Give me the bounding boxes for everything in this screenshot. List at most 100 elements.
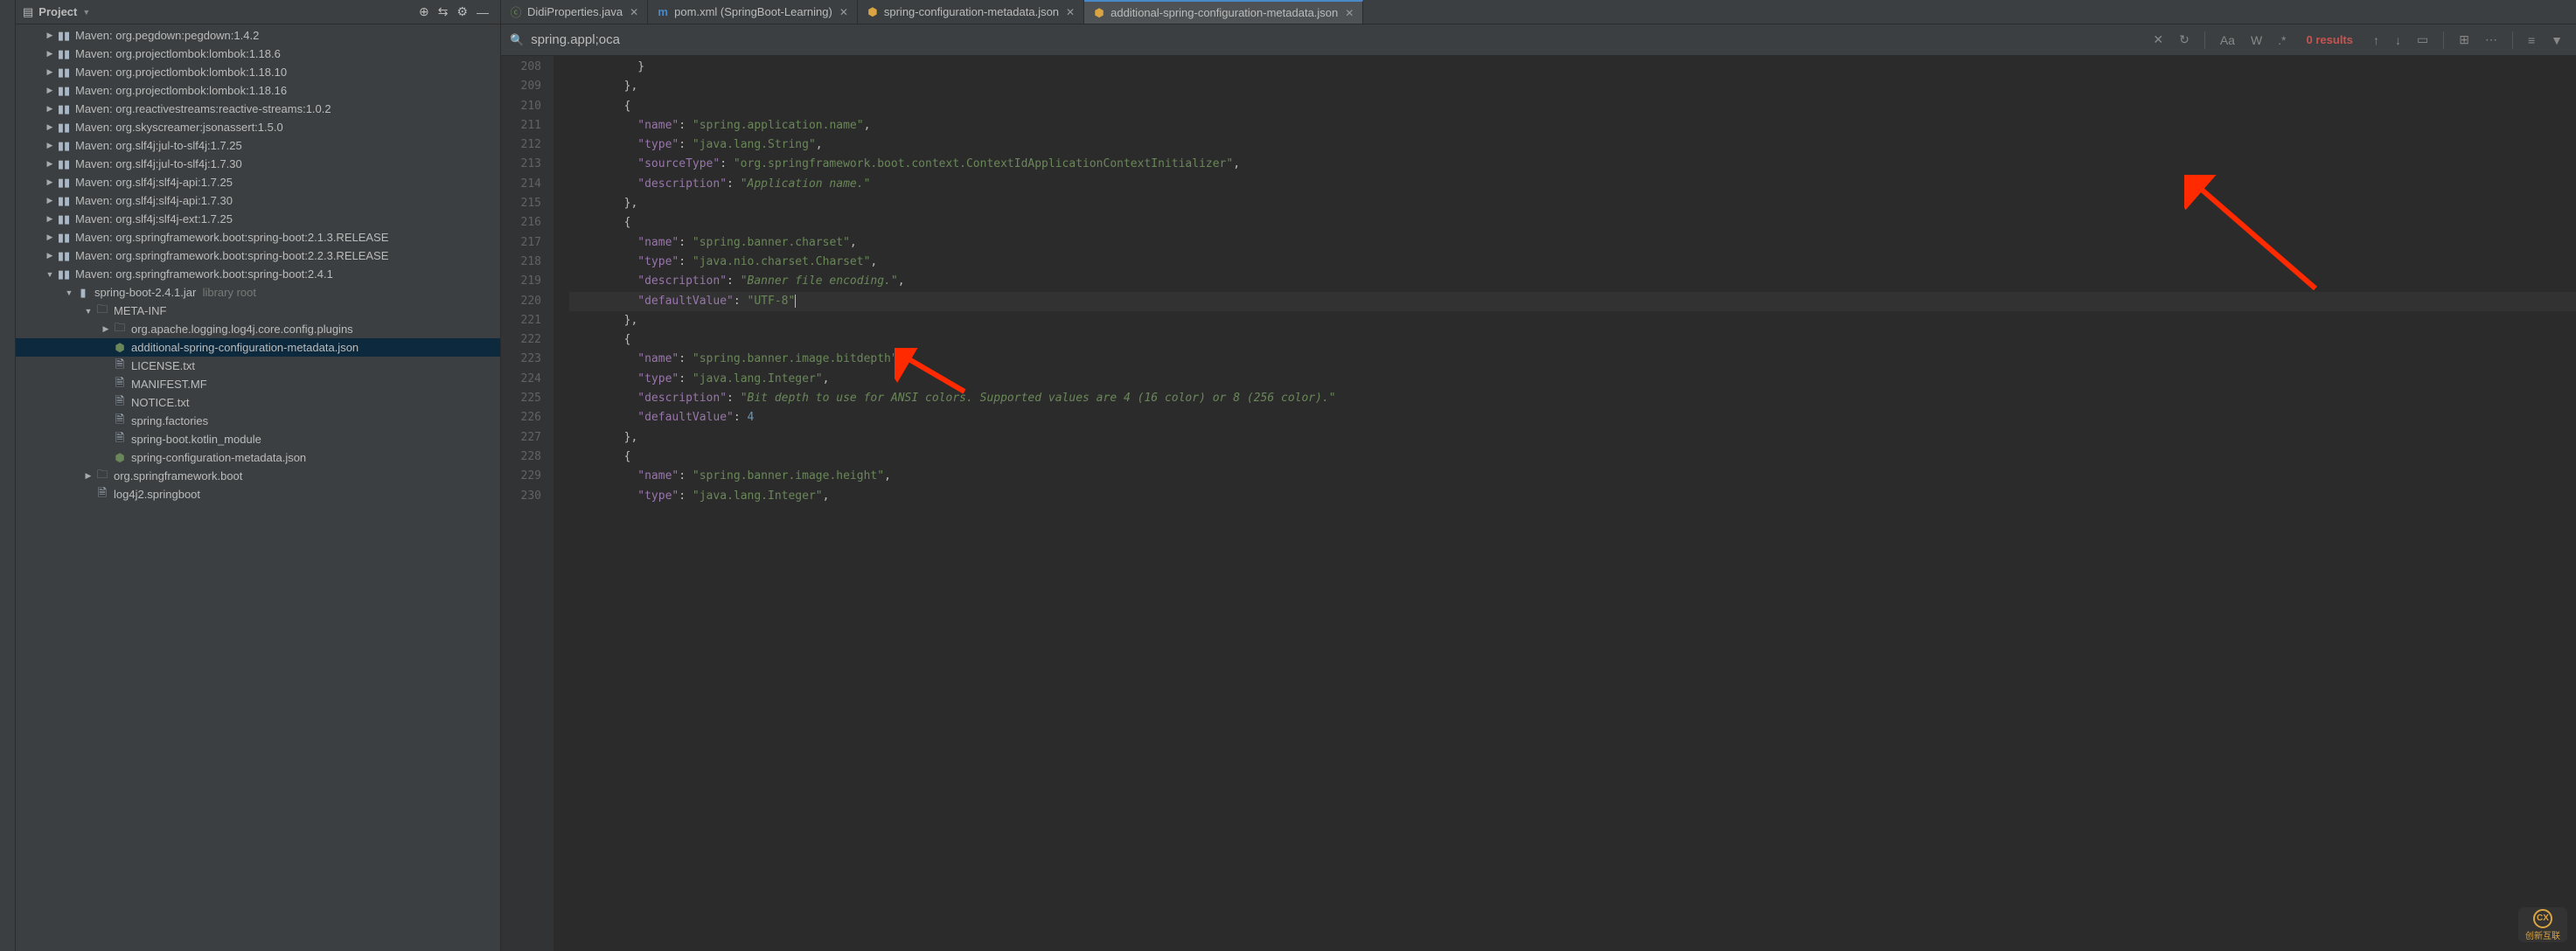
search-input[interactable]	[531, 32, 2141, 47]
tree-label: META-INF	[114, 304, 166, 317]
folder-icon: 🗀	[94, 302, 110, 321]
close-tab-icon[interactable]: ✕	[839, 6, 848, 18]
tree-twistie-icon[interactable]: ▶	[100, 324, 112, 334]
editor-tab[interactable]: ⬢spring-configuration-metadata.json✕	[858, 0, 1084, 24]
tree-node[interactable]: ⬢additional-spring-configuration-metadat…	[16, 338, 500, 357]
collapse-icon[interactable]: ⇆	[434, 4, 453, 19]
target-icon[interactable]: ⊕	[414, 4, 434, 19]
tree-node[interactable]: ⬢spring-configuration-metadata.json	[16, 448, 500, 467]
tree-twistie-icon[interactable]: ▶	[44, 122, 56, 132]
tree-node[interactable]: ▶▮▮Maven: org.projectlombok:lombok:1.18.…	[16, 81, 500, 100]
close-tab-icon[interactable]: ✕	[1345, 7, 1354, 19]
tree-twistie-icon[interactable]: ▶	[44, 196, 56, 205]
tree-node[interactable]: ▶▮▮Maven: org.skyscreamer:jsonassert:1.5…	[16, 118, 500, 136]
match-case-icon[interactable]: Aa	[2216, 33, 2239, 47]
project-panel-header: ▤ Project ▼ ⊕ ⇆ ⚙ —	[16, 0, 500, 24]
tree-twistie-icon[interactable]: ▶	[44, 141, 56, 150]
editor-tab[interactable]: ⓒDidiProperties.java✕	[501, 0, 648, 24]
tree-twistie-icon[interactable]: ▼	[82, 307, 94, 316]
editor-tab[interactable]: mpom.xml (SpringBoot-Learning)✕	[648, 0, 858, 24]
tree-node[interactable]: ▶▮▮Maven: org.reactivestreams:reactive-s…	[16, 100, 500, 118]
minimize-icon[interactable]: —	[472, 5, 493, 19]
word-icon[interactable]: W	[2246, 33, 2266, 47]
code-body[interactable]: } }, { "name": "spring.application.name"…	[553, 56, 2576, 951]
tree-twistie-icon[interactable]: ▶	[44, 104, 56, 114]
json-icon: ⬢	[112, 341, 128, 355]
select-all-icon[interactable]: ▭	[2412, 32, 2433, 47]
tree-node[interactable]: 🗎NOTICE.txt	[16, 393, 500, 412]
tree-label: spring-boot.kotlin_module	[131, 433, 261, 446]
tree-twistie-icon[interactable]: ▼	[63, 288, 75, 297]
tree-twistie-icon[interactable]: ▶	[44, 177, 56, 187]
tab-file-icon: m	[657, 6, 669, 18]
tree-label: Maven: org.slf4j:slf4j-api:1.7.30	[75, 194, 233, 207]
tree-label: Maven: org.projectlombok:lombok:1.18.6	[75, 47, 281, 60]
chevron-down-icon[interactable]: ▼	[82, 8, 90, 17]
tree-label: spring-boot-2.4.1.jar	[94, 286, 196, 299]
filter-bar-icon[interactable]: ≡	[2524, 33, 2539, 47]
tree-node[interactable]: ▶▮▮Maven: org.slf4j:slf4j-api:1.7.25	[16, 173, 500, 191]
tree-node[interactable]: 🗎MANIFEST.MF	[16, 375, 500, 393]
tree-twistie-icon[interactable]: ▶	[44, 214, 56, 224]
tree-twistie-icon[interactable]: ▼	[44, 270, 56, 279]
library-root-tag: library root	[196, 286, 256, 299]
tree-node[interactable]: ▶▮▮Maven: org.slf4j:slf4j-ext:1.7.25	[16, 210, 500, 228]
filter-icon[interactable]: ▼	[2546, 33, 2567, 47]
folder-icon: 🗀	[112, 320, 128, 339]
editor-tab[interactable]: ⬢ additional-spring-configuration-metadat…	[1084, 0, 1363, 24]
tree-label: Maven: org.slf4j:slf4j-api:1.7.25	[75, 176, 233, 189]
tree-node[interactable]: 🗎LICENSE.txt	[16, 357, 500, 375]
tree-node[interactable]: 🗎log4j2.springboot	[16, 485, 500, 503]
tree-node[interactable]: ▶🗀org.apache.logging.log4j.core.config.p…	[16, 320, 500, 338]
more-icon[interactable]: ⋯	[2481, 32, 2502, 47]
tree-node[interactable]: ▶▮▮Maven: org.pegdown:pegdown:1.4.2	[16, 26, 500, 45]
history-icon[interactable]: ↻	[2175, 32, 2194, 47]
tree-node[interactable]: ▼▮▮Maven: org.springframework.boot:sprin…	[16, 265, 500, 283]
tree-node[interactable]: 🗎spring-boot.kotlin_module	[16, 430, 500, 448]
tree-label: Maven: org.pegdown:pegdown:1.4.2	[75, 29, 259, 42]
tree-node[interactable]: ▶▮▮Maven: org.projectlombok:lombok:1.18.…	[16, 45, 500, 63]
gear-icon[interactable]: ⚙	[452, 4, 472, 19]
tree-twistie-icon[interactable]: ▶	[44, 49, 56, 59]
close-tab-icon[interactable]: ✕	[1066, 6, 1075, 18]
tree-node[interactable]: ▶▮▮Maven: org.slf4j:jul-to-slf4j:1.7.30	[16, 155, 500, 173]
close-tab-icon[interactable]: ✕	[630, 6, 638, 18]
clear-search-icon[interactable]: ✕	[2148, 32, 2168, 47]
library-icon: ▮▮	[56, 29, 72, 43]
project-tree[interactable]: ▶▮▮Maven: org.pegdown:pegdown:1.4.2▶▮▮Ma…	[16, 24, 500, 951]
tree-twistie-icon[interactable]: ▶	[44, 31, 56, 40]
tree-twistie-icon[interactable]: ▶	[82, 471, 94, 481]
tree-label: Maven: org.projectlombok:lombok:1.18.10	[75, 66, 287, 79]
tree-node[interactable]: ▼🗀 META-INF	[16, 302, 500, 320]
tree-node[interactable]: ▶▮▮Maven: org.springframework.boot:sprin…	[16, 228, 500, 246]
add-selection-icon[interactable]: ⊞	[2454, 32, 2474, 47]
json-icon: ⬢	[112, 451, 128, 465]
tree-label: Maven: org.springframework.boot:spring-b…	[75, 267, 333, 281]
tree-label: spring-configuration-metadata.json	[131, 451, 306, 464]
tool-strip	[0, 0, 16, 951]
tree-node[interactable]: 🗎spring.factories	[16, 412, 500, 430]
tree-node[interactable]: ▶▮▮Maven: org.springframework.boot:sprin…	[16, 246, 500, 265]
code-area[interactable]: 2082092102112122132142152162172182192202…	[501, 56, 2576, 951]
tree-node[interactable]: ▶🗀org.springframework.boot	[16, 467, 500, 485]
tab-file-icon: ⬢	[1093, 7, 1105, 19]
watermark-badge: CX 创新互联	[2518, 907, 2567, 942]
tab-file-icon: ⓒ	[510, 6, 522, 18]
tree-twistie-icon[interactable]: ▶	[44, 159, 56, 169]
tree-node[interactable]: ▼▮spring-boot-2.4.1.jar library root	[16, 283, 500, 302]
prev-match-icon[interactable]: ↑	[2369, 33, 2384, 47]
tree-twistie-icon[interactable]: ▶	[44, 86, 56, 95]
next-match-icon[interactable]: ↓	[2391, 33, 2405, 47]
tree-twistie-icon[interactable]: ▶	[44, 67, 56, 77]
tab-label: additional-spring-configuration-metadata…	[1110, 6, 1338, 19]
search-result-count: 0 results	[2298, 33, 2362, 46]
tree-node[interactable]: ▶▮▮Maven: org.projectlombok:lombok:1.18.…	[16, 63, 500, 81]
library-icon: ▮▮	[56, 102, 72, 116]
tree-label: Maven: org.projectlombok:lombok:1.18.16	[75, 84, 287, 97]
regex-icon[interactable]: .*	[2273, 33, 2290, 47]
tree-node[interactable]: ▶▮▮Maven: org.slf4j:slf4j-api:1.7.30	[16, 191, 500, 210]
tree-twistie-icon[interactable]: ▶	[44, 251, 56, 260]
tree-twistie-icon[interactable]: ▶	[44, 233, 56, 242]
tree-node[interactable]: ▶▮▮Maven: org.slf4j:jul-to-slf4j:1.7.25	[16, 136, 500, 155]
file-icon: 🗎	[112, 357, 128, 376]
